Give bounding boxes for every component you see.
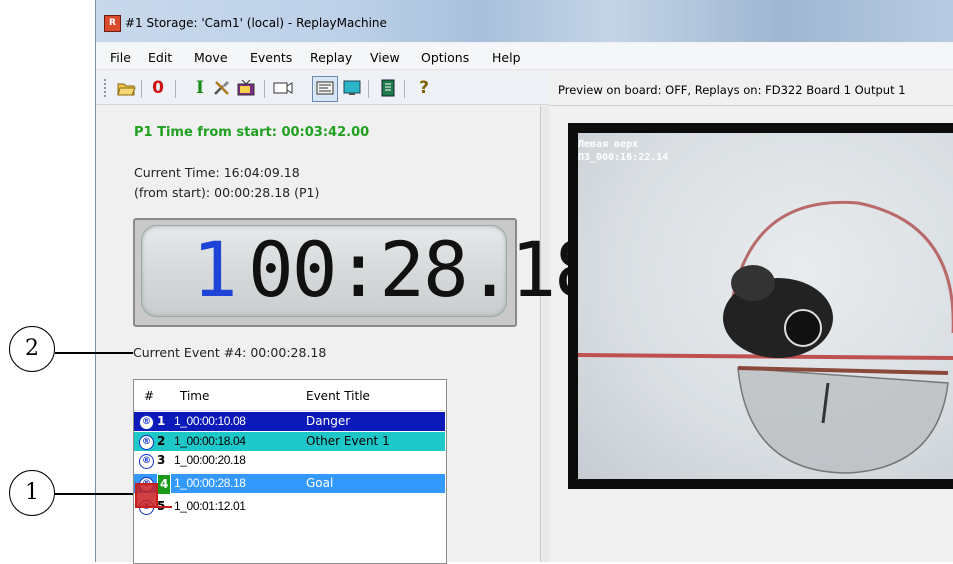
p1-time-from-start: P1 Time from start: 00:03:42.00 [134,125,370,140]
menu-edit[interactable]: Edit [148,50,172,65]
preview-status-text: Preview on board: OFF, Replays on: FD322… [558,83,906,97]
replay-mark-icon: ® [139,454,154,469]
open-folder-icon[interactable] [116,78,136,98]
toolbar-separator [141,80,142,98]
from-start-label: (from start): 00:00:28.18 (P1) [134,185,320,200]
video-overlay-timecode: ПЗ_000:16:22.14 [578,152,669,163]
current-time-label: Current Time: 16:04:09.18 [134,165,300,180]
help-icon[interactable]: ? [414,78,434,98]
mark-in-icon[interactable]: I [190,78,210,98]
event-number: 2 [157,434,166,448]
camera-icon[interactable] [272,78,293,98]
window-title: #1 Storage: 'Cam1' (local) - ReplayMachi… [125,16,387,30]
event-title: Danger [306,414,351,428]
column-header-event-title[interactable]: Event Title [306,389,370,403]
toolbar-separator [404,80,405,98]
lcd-time-readout: 00:28.18 [248,225,600,314]
book-icon[interactable] [378,78,398,98]
toolbar-grip[interactable] [104,79,109,97]
column-header-number[interactable]: # [144,389,154,403]
event-title: Other Event 1 [306,434,390,448]
callout-1: 1 [9,470,55,516]
event-time: 1_00:00:18.04 [174,434,246,448]
table-row[interactable]: ® 1 1_00:00:10.08 Danger [134,412,445,431]
menu-help[interactable]: Help [492,50,521,65]
callout-2: 2 [9,326,55,372]
replay-mark-icon: ® [139,435,154,450]
menu-file[interactable]: File [110,50,131,65]
video-overlay-camera: Левая верх [578,139,639,150]
callout-1-leader [55,493,133,495]
lcd-period-index: 1 [192,225,238,314]
column-header-time[interactable]: Time [180,389,209,403]
table-row[interactable]: ® 2 1_00:00:18.04 Other Event 1 [134,432,445,451]
menu-replay[interactable]: Replay [310,50,352,65]
zero-icon[interactable]: 0 [148,78,168,98]
current-event-label: Current Event #4: 00:00:28.18 [133,345,327,360]
event-time: 1_00:00:20.18 [174,453,246,467]
video-frame-image [577,133,953,479]
menu-view[interactable]: View [370,50,400,65]
menu-events[interactable]: Events [250,50,292,65]
event-title: Goal [306,476,334,490]
event-time: 1_00:01:12.01 [174,499,246,513]
table-row[interactable]: ®51_00:01:12.01 [134,497,445,516]
toolbar-separator [368,80,369,98]
monitor-icon[interactable] [342,78,362,98]
tv-icon[interactable] [236,78,256,98]
replay-mark-icon: ® [139,415,154,430]
toolbar-separator [175,80,176,98]
menu-move[interactable]: Move [194,50,228,65]
toolbar-separator [264,80,265,98]
event-number: 1 [157,414,166,428]
event-number: 3 [157,453,166,467]
table-row[interactable]: ®41_00:00:28.18Goal [134,474,445,495]
tools-icon[interactable] [212,78,232,98]
highlight-mark-box [135,483,158,508]
menu-options[interactable]: Options [421,50,469,65]
highlight-number-underline [156,506,172,508]
callout-2-leader [55,352,133,354]
event-number: 4 [157,474,172,495]
event-time: 1_00:00:28.18 [174,476,246,490]
event-time: 1_00:00:10.08 [174,414,246,428]
app-logo-icon: R [104,15,121,32]
film-icon[interactable] [312,76,338,102]
table-row[interactable]: ® 3 1_00:00:20.18 [134,451,445,470]
